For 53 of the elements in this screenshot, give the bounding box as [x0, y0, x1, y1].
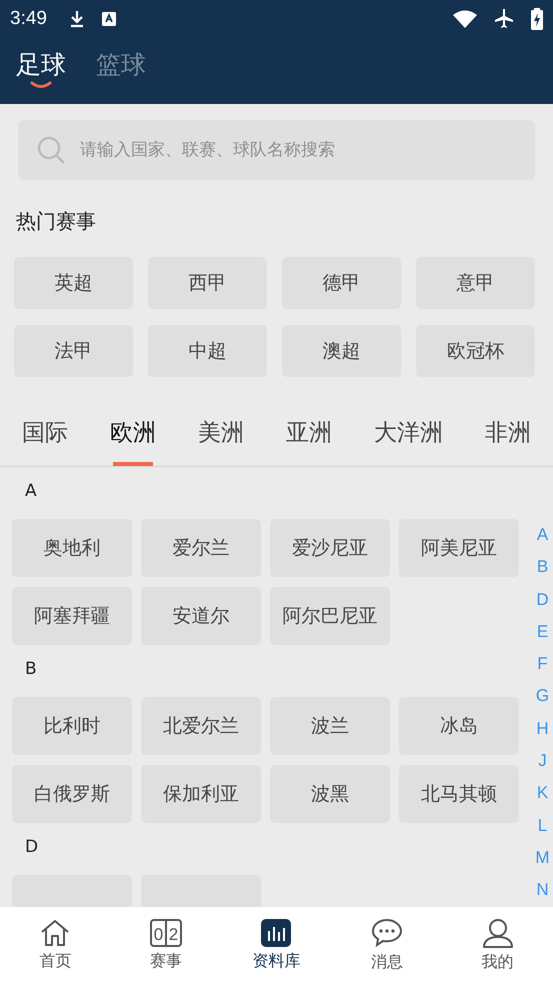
nav-item[interactable]: 消息: [332, 907, 442, 984]
country-button[interactable]: 比利时: [12, 697, 132, 755]
country-button[interactable]: 阿尔巴尼亚: [270, 587, 390, 645]
region-tab[interactable]: 大洋洲: [374, 413, 443, 466]
country-button[interactable]: 冰岛: [399, 697, 519, 755]
region-tab[interactable]: 国际: [22, 413, 68, 466]
country-button[interactable]: 阿美尼亚: [399, 519, 519, 577]
section-title: 热门赛事: [16, 208, 96, 235]
chart-icon: [261, 919, 292, 947]
league-button[interactable]: 德甲: [282, 257, 401, 309]
chat-icon: [371, 918, 404, 948]
wifi-icon: [453, 10, 477, 28]
airplane-icon: [493, 8, 515, 30]
nav-item[interactable]: 资料库: [221, 907, 332, 984]
sport-tab[interactable]: 足球: [16, 48, 66, 89]
country-button[interactable]: 波兰: [270, 697, 390, 755]
league-button[interactable]: 欧冠杯: [416, 325, 535, 377]
region-tab[interactable]: 非洲: [485, 413, 531, 466]
search-field[interactable]: 请输入国家、联赛、球队名称搜索: [18, 120, 535, 180]
country-button[interactable]: 爱尔兰: [141, 519, 261, 577]
home-icon: [40, 919, 70, 947]
league-button[interactable]: 中超: [148, 325, 267, 377]
nav-item[interactable]: 0 2 赛事: [110, 907, 222, 984]
letter-heading: A: [25, 481, 37, 501]
league-button[interactable]: 法甲: [14, 325, 133, 377]
region-tab[interactable]: 欧洲: [110, 413, 156, 466]
status-time: 3:49: [10, 8, 47, 30]
scoreboard-icon: 0 2: [150, 919, 182, 947]
nav-item[interactable]: 我的: [442, 907, 553, 984]
country-button[interactable]: 奥地利: [12, 519, 132, 577]
league-button[interactable]: 西甲: [148, 257, 267, 309]
download-icon: [68, 10, 85, 28]
country-button[interactable]: 爱沙尼亚: [270, 519, 390, 577]
country-button[interactable]: 北马其顿: [399, 765, 519, 823]
country-button[interactable]: 安道尔: [141, 587, 261, 645]
country-button[interactable]: 白俄罗斯: [12, 765, 132, 823]
league-button[interactable]: 澳超: [282, 325, 401, 377]
user-icon: [482, 918, 514, 948]
region-tab[interactable]: 美洲: [198, 413, 244, 466]
league-button[interactable]: 英超: [14, 257, 133, 309]
battery-icon: [531, 8, 543, 30]
country-button[interactable]: 北爱尔兰: [141, 697, 261, 755]
notification-icon: [100, 11, 117, 27]
region-tab[interactable]: 亚洲: [286, 413, 332, 466]
letter-heading: D: [25, 837, 38, 857]
country-button[interactable]: 阿塞拜疆: [12, 587, 132, 645]
league-button[interactable]: 意甲: [416, 257, 535, 309]
country-button[interactable]: 波黑: [270, 765, 390, 823]
letter-heading: B: [25, 659, 37, 679]
nav-item[interactable]: 首页: [0, 907, 111, 984]
tab-indicator-icon: [30, 81, 52, 89]
sport-tab[interactable]: 篮球: [96, 48, 146, 89]
country-button[interactable]: 保加利亚: [141, 765, 261, 823]
